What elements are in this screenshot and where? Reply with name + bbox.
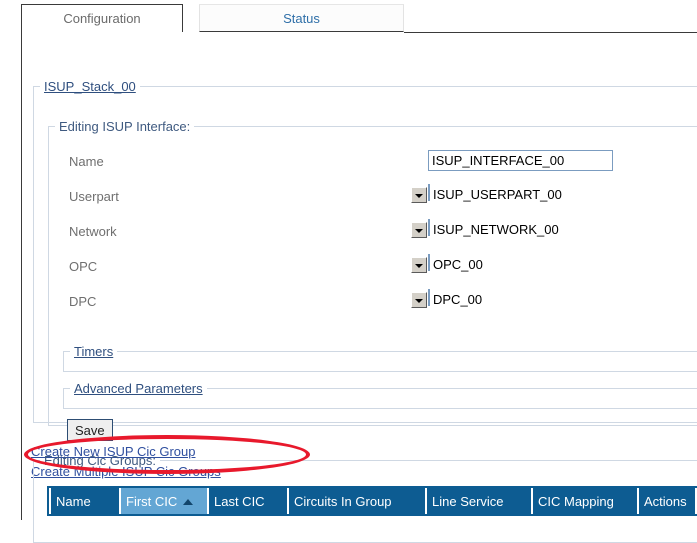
tab-status[interactable]: Status (199, 4, 404, 32)
cic-groups-table: Name First CIC Last CIC Circuits In Group Li… (49, 488, 697, 514)
field-row-network: Network ISUP_NETWORK_00 (49, 219, 697, 248)
save-button[interactable]: Save (67, 419, 113, 441)
label-userpart: Userpart (69, 189, 119, 204)
tab-strip: Configuration Status (21, 4, 697, 34)
field-row-name: Name (49, 150, 697, 178)
opc-select[interactable]: OPC_00 (411, 254, 483, 273)
table-header-name[interactable]: Name (51, 488, 119, 514)
table-header-line-service[interactable]: Line Service (427, 488, 531, 514)
table-header-first-cic[interactable]: First CIC (121, 488, 207, 514)
control-dpc: DPC_00 (411, 289, 482, 308)
isup-stack-legend[interactable]: ISUP_Stack_00 (40, 79, 140, 94)
label-name: Name (69, 154, 104, 169)
field-row-opc: OPC OPC_00 (49, 254, 697, 283)
table-header-actions[interactable]: Actions (639, 488, 695, 514)
label-network: Network (69, 224, 117, 239)
table-header-circuits-in-group[interactable]: Circuits In Group (289, 488, 425, 514)
table-header-label: Name (56, 493, 91, 509)
userpart-select-value: ISUP_USERPART_00 (433, 187, 562, 202)
cic-groups-table-wrapper: Name First CIC Last CIC Circuits In Group Li… (47, 486, 697, 516)
table-header-row: Name First CIC Last CIC Circuits In Group Li… (51, 488, 695, 514)
chevron-down-icon[interactable] (411, 257, 427, 273)
configuration-panel: ISUP_Stack_00 Editing ISUP Interface: Na… (21, 31, 697, 543)
field-row-userpart: Userpart ISUP_USERPART_00 (49, 184, 697, 213)
tab-configuration[interactable]: Configuration (21, 4, 183, 32)
dpc-select-value: DPC_00 (433, 292, 483, 307)
opc-select-value: OPC_00 (433, 257, 483, 272)
table-header-cic-mapping[interactable]: CIC Mapping (533, 488, 637, 514)
table-header-label: CIC Mapping (538, 493, 614, 509)
timers-fieldset: Timers (63, 344, 697, 372)
editing-isup-interface-legend: Editing ISUP Interface: (59, 119, 191, 134)
network-select[interactable]: ISUP_NETWORK_00 (411, 219, 559, 238)
control-userpart: ISUP_USERPART_00 (411, 184, 562, 203)
chevron-down-icon[interactable] (411, 187, 427, 203)
control-network: ISUP_NETWORK_00 (411, 219, 559, 238)
chevron-down-icon[interactable] (411, 222, 427, 238)
control-name (428, 150, 613, 171)
advanced-parameters-legend[interactable]: Advanced Parameters (70, 381, 207, 396)
isup-stack-fieldset: ISUP_Stack_00 Editing ISUP Interface: Na… (33, 79, 697, 441)
chevron-down-icon[interactable] (411, 292, 427, 308)
sort-ascending-icon (183, 499, 194, 506)
editing-cic-groups-fieldset: Editing Cic Groups: Name First CIC Last CI… (33, 453, 697, 543)
network-select-value: ISUP_NETWORK_00 (433, 222, 559, 237)
table-header-label: Last CIC (214, 493, 265, 509)
userpart-select[interactable]: ISUP_USERPART_00 (411, 184, 562, 203)
label-opc: OPC (69, 259, 98, 274)
label-dpc: DPC (69, 294, 97, 309)
table-header-label: Actions (644, 493, 687, 509)
table-header-label: First CIC (126, 493, 178, 509)
table-header-label: Line Service (432, 493, 504, 509)
advanced-parameters-fieldset: Advanced Parameters (63, 381, 697, 409)
dpc-select[interactable]: DPC_00 (411, 289, 482, 308)
name-input[interactable] (428, 150, 613, 171)
editing-cic-groups-legend: Editing Cic Groups: (44, 453, 156, 468)
field-row-dpc: DPC DPC_00 (49, 289, 697, 318)
table-header-last-cic[interactable]: Last CIC (209, 488, 287, 514)
timers-legend[interactable]: Timers (70, 344, 117, 359)
editing-isup-interface-fieldset: Editing ISUP Interface: Name Userpart IS… (48, 119, 697, 441)
control-opc: OPC_00 (411, 254, 483, 273)
table-header-label: Circuits In Group (294, 493, 392, 509)
